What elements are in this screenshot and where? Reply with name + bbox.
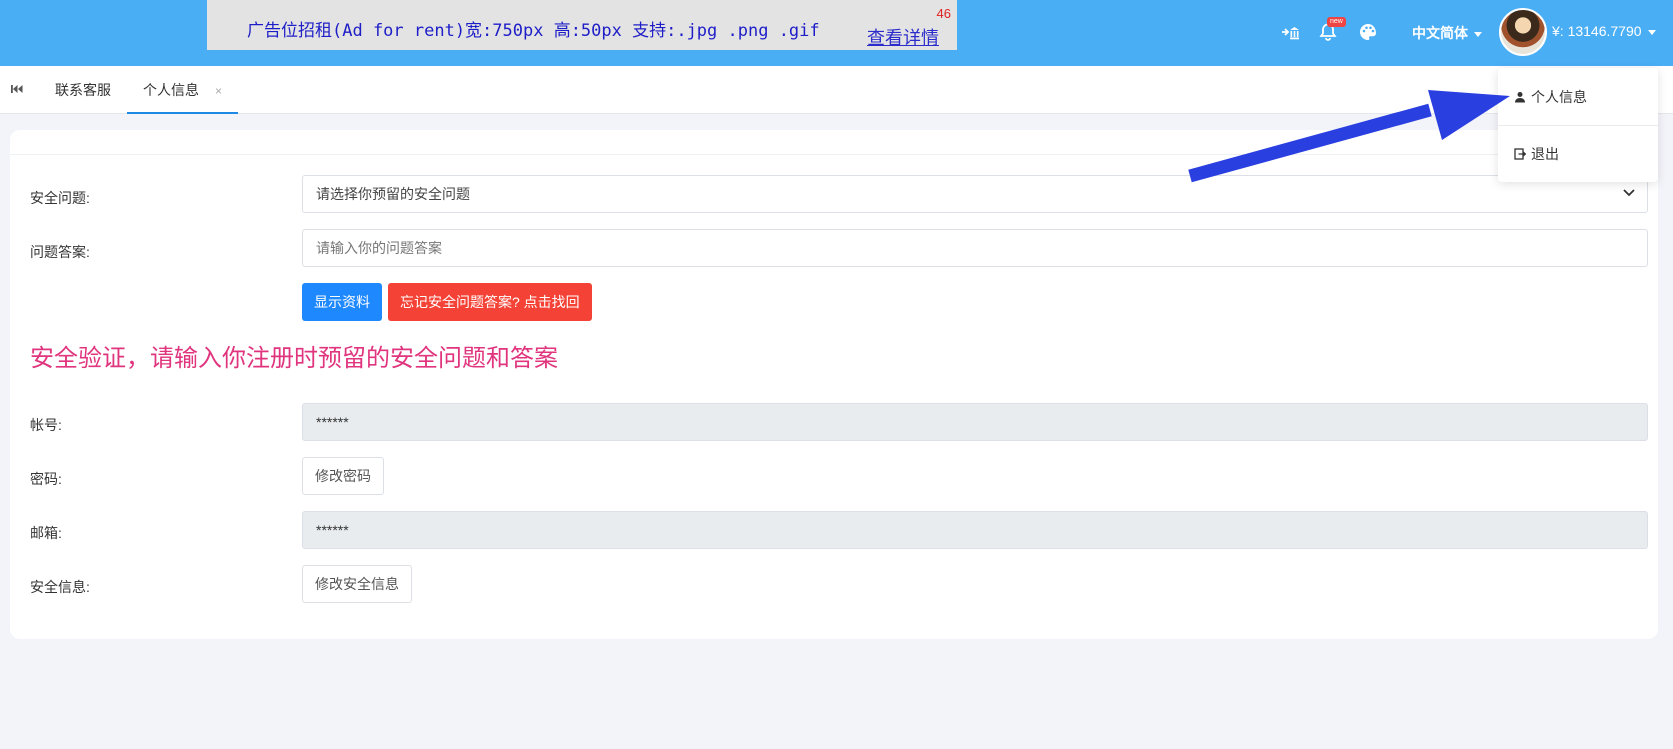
close-icon[interactable]: ×: [215, 84, 222, 98]
user-icon: [1515, 92, 1525, 103]
account-value: ******: [316, 414, 349, 430]
palette-icon[interactable]: [1358, 22, 1378, 42]
user-dropdown-menu: 个人信息 退出: [1498, 68, 1658, 182]
annotation-arrow: [1188, 90, 1510, 183]
show-info-button[interactable]: 显示资料: [302, 283, 382, 321]
caret-down-icon: [1474, 31, 1482, 37]
notification-badge: new: [1327, 17, 1346, 27]
answer-placeholder: 请输入你的问题答案: [316, 240, 442, 256]
avatar[interactable]: [1499, 8, 1547, 56]
chevron-down-icon: [1623, 189, 1635, 197]
email-field: ******: [302, 511, 1648, 549]
tab-contact-service[interactable]: 联系客服: [55, 66, 111, 114]
bank-transfer-icon[interactable]: [1280, 22, 1300, 42]
account-label: 帐号:: [30, 417, 62, 433]
ad-text: 广告位招租(Ad for rent)宽:750px 高:50px 支持:.jpg…: [247, 21, 820, 41]
divider: [1498, 125, 1658, 126]
menu-item-label: 个人信息: [1531, 89, 1587, 105]
tab-personal-info[interactable]: 个人信息 ×: [127, 66, 239, 114]
password-label: 密码:: [30, 471, 62, 487]
skip-back-icon[interactable]: [10, 82, 24, 96]
security-notice: 安全验证，请输入你注册时预留的安全问题和答案: [30, 345, 558, 372]
caret-down-icon: [1647, 29, 1656, 35]
answer-label: 问题答案:: [30, 244, 90, 260]
balance-menu[interactable]: ¥: 13146.7790: [1552, 23, 1656, 39]
change-security-info-button[interactable]: 修改安全信息: [302, 565, 412, 603]
tab-label: 联系客服: [55, 82, 111, 98]
security-question-placeholder: 请选择你预留的安全问题: [316, 186, 470, 202]
account-field: ******: [302, 403, 1648, 441]
top-header: 广告位招租(Ad for rent)宽:750px 高:50px 支持:.jpg…: [0, 0, 1673, 66]
menu-item-label: 退出: [1531, 146, 1559, 162]
menu-item-personal-info[interactable]: 个人信息: [1514, 87, 1587, 107]
ad-countdown: 46: [936, 6, 951, 21]
language-selector[interactable]: 中文简体: [1412, 23, 1482, 43]
security-info-label: 安全信息:: [30, 579, 90, 595]
answer-input[interactable]: 请输入你的问题答案: [302, 229, 1648, 267]
logout-icon: [1514, 148, 1526, 160]
change-password-button[interactable]: 修改密码: [302, 457, 384, 495]
tab-label: 个人信息: [143, 82, 199, 98]
email-label: 邮箱:: [30, 525, 62, 541]
ad-banner[interactable]: 广告位招租(Ad for rent)宽:750px 高:50px 支持:.jpg…: [207, 0, 957, 50]
forgot-answer-button[interactable]: 忘记安全问题答案? 点击找回: [388, 283, 592, 321]
balance-amount: ¥: 13146.7790: [1552, 23, 1642, 39]
language-label: 中文简体: [1412, 25, 1468, 41]
email-value: ******: [316, 522, 349, 538]
security-question-label: 安全问题:: [30, 190, 90, 206]
menu-item-logout[interactable]: 退出: [1514, 144, 1559, 164]
ad-details-link[interactable]: 查看详情: [867, 24, 939, 50]
profile-card: 安全问题: 请选择你预留的安全问题 问题答案: 请输入你的问题答案 显示资料 忘…: [10, 130, 1658, 639]
